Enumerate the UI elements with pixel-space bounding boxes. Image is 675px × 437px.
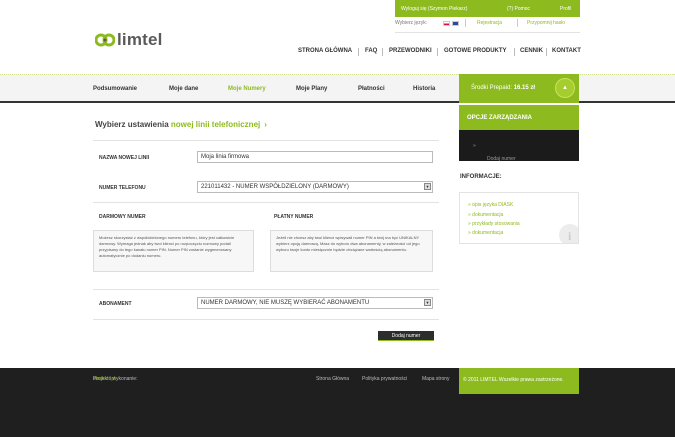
footer-link-privacy[interactable]: Polityka prywatności xyxy=(362,376,407,382)
logout-link[interactable]: Wyloguj się (Szymon Piekarz) xyxy=(401,6,467,12)
english-flag-icon[interactable] xyxy=(452,21,459,26)
divider xyxy=(358,48,359,56)
register-link[interactable]: Rejestracja xyxy=(477,20,502,26)
logo-text: limtel xyxy=(117,30,163,49)
line-name-label: NAZWA NOWEJ LINII xyxy=(99,155,150,161)
help-link[interactable]: (?) Pomoc xyxy=(507,6,530,12)
phone-number-value: 221011432 - NUMER WSPÓŁDZIELONY (DARMOWY… xyxy=(201,184,349,190)
language-label: Wybierz język: xyxy=(395,20,428,26)
divider xyxy=(93,140,439,141)
divider xyxy=(437,48,438,56)
nav-pricing[interactable]: CENNIK xyxy=(520,48,543,54)
chevron-down-icon[interactable]: ▼ xyxy=(424,183,431,190)
paid-number-description: Jeżeli nie chcesz aby twoi klienci wpisy… xyxy=(270,230,433,272)
info-icon: i xyxy=(559,224,578,243)
account-bar: Wyloguj się (Szymon Piekarz) (?) Pomoc P… xyxy=(395,0,580,17)
chevron-down-icon[interactable]: ▼ xyxy=(424,299,431,306)
management-options-panel: » Dodaj numer xyxy=(459,130,579,162)
divider xyxy=(514,48,515,56)
divider xyxy=(465,19,466,27)
divider xyxy=(93,289,439,290)
divider xyxy=(517,19,518,27)
divider xyxy=(382,48,383,56)
password-reminder-link[interactable]: Przypomnij hasło xyxy=(527,20,565,26)
subscription-select[interactable]: NUMER DARMOWY, NIE MUSZĘ WYBIERAĆ ABONAM… xyxy=(197,297,433,309)
info-box: i xyxy=(459,192,579,244)
top-bar: Wyloguj się (Szymon Piekarz) (?) Pomoc P… xyxy=(0,0,675,18)
free-number-title: DARMOWY NUMER xyxy=(99,214,146,220)
divider xyxy=(93,319,439,320)
add-number-link[interactable]: » Dodaj numer xyxy=(473,143,516,162)
management-options-heading: OPCJE ZARZĄDZANIA xyxy=(459,105,579,130)
line-name-input[interactable]: Moja linia firmowa xyxy=(197,151,433,163)
divider xyxy=(93,202,439,203)
footer-link-home[interactable]: Strona Główna xyxy=(316,376,349,382)
nav-faq[interactable]: FAQ xyxy=(365,48,377,54)
nav-guides[interactable]: PRZEWODNIKI xyxy=(389,48,432,54)
footer-link-sitemap[interactable]: Mapa strony xyxy=(422,376,450,382)
paid-number-title: PŁATNY NUMER xyxy=(274,214,314,220)
logo[interactable]: limtel xyxy=(95,28,185,52)
prepaid-panel: Środki Prepaid: 16.15 zł ▲ xyxy=(459,74,579,103)
tab-history[interactable]: Historia xyxy=(413,86,435,92)
tab-my-numbers[interactable]: Moje Numery xyxy=(228,86,266,92)
tab-my-plans[interactable]: Moje Plany xyxy=(296,86,327,92)
divider xyxy=(395,32,580,33)
divider xyxy=(546,48,547,56)
subscription-label: ABONAMENT xyxy=(99,301,132,307)
nav-products[interactable]: GOTOWE PRODUKTY xyxy=(444,48,507,54)
copyright-text: © 2011 LIMTEL Wszelkie prawa zastrzeżone… xyxy=(463,377,564,383)
tab-summary[interactable]: Podsumowanie xyxy=(93,86,137,92)
info-link-examples[interactable]: » przykłady stosowania xyxy=(468,221,520,227)
profile-link[interactable]: Profil xyxy=(560,6,571,12)
subscription-value: NUMER DARMOWY, NIE MUSZĘ WYBIERAĆ ABONAM… xyxy=(201,300,370,306)
tab-payments[interactable]: Płatności xyxy=(358,86,385,92)
info-link-documentation[interactable]: » dokumentacja xyxy=(468,212,503,218)
credits-link[interactable]: blacklot.pl xyxy=(93,376,115,382)
nav-contact[interactable]: KONTAKT xyxy=(552,48,581,54)
info-link-diask[interactable]: » opis języka DIASK xyxy=(468,202,513,208)
free-number-description: Możesz skorzystać z współdzielonego nume… xyxy=(93,230,254,272)
info-link-documentation-2[interactable]: » dokumentacja xyxy=(468,230,503,236)
phone-number-select[interactable]: 221011432 - NUMER WSPÓŁDZIELONY (DARMOWY… xyxy=(197,181,433,193)
info-title: INFORMACJE: xyxy=(460,174,502,180)
chevron-right-icon: › xyxy=(264,120,267,129)
nav-home[interactable]: STRONA GŁÓWNA xyxy=(298,48,352,54)
add-number-button[interactable]: Dodaj numer xyxy=(378,331,434,341)
polish-flag-icon[interactable] xyxy=(443,21,450,26)
logo-icon xyxy=(95,33,115,47)
phone-number-label: NUMER TELEFONU xyxy=(99,185,146,191)
prepaid-balance: Środki Prepaid: 16.15 zł xyxy=(471,85,536,91)
tab-my-data[interactable]: Moje dane xyxy=(169,86,198,92)
copyright-box: © 2011 LIMTEL Wszelkie prawa zastrzeżone… xyxy=(459,368,579,394)
page-title: Wybierz ustawienia nowej linii telefonic… xyxy=(95,120,267,129)
chevron-up-icon[interactable]: ▲ xyxy=(555,78,575,98)
